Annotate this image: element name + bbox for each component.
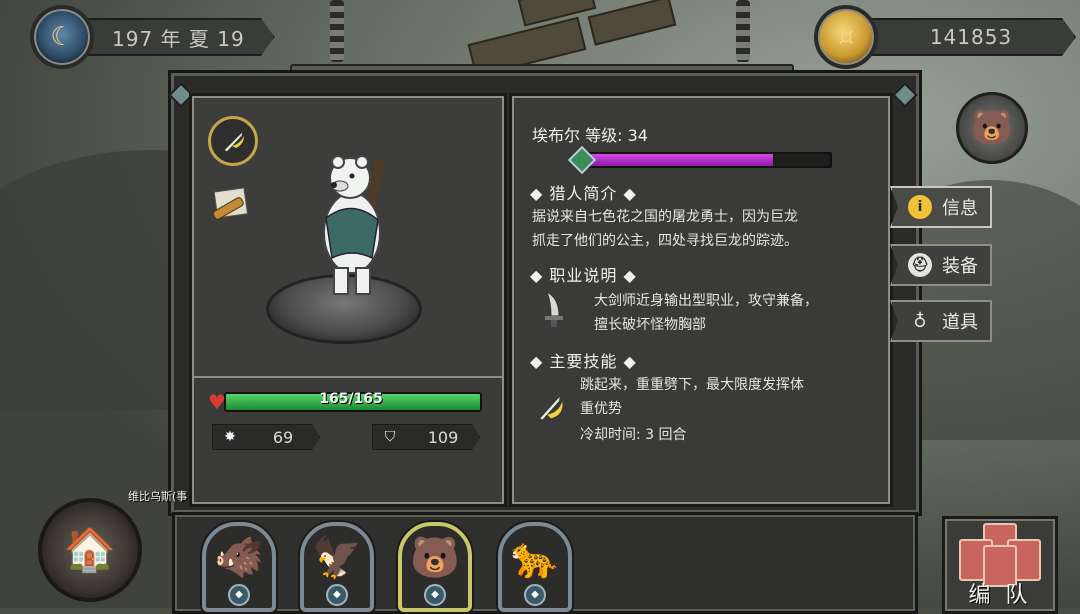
info-icon: i: [908, 195, 932, 219]
tab-info-label: 信息: [942, 198, 978, 219]
moon-calendar-icon: ☾: [30, 5, 94, 69]
hanging-chain: [736, 0, 750, 62]
gold-display: ¤ 141853: [814, 5, 1076, 69]
hero-avatar-button[interactable]: 🐻: [956, 92, 1028, 164]
class-title: ◆ 职业说明 ◆: [530, 266, 637, 285]
intro-title: ◆ 猎人简介 ◆: [530, 184, 637, 203]
class-text-line: 擅长破坏怪物胸部: [594, 317, 706, 333]
bridge-plank: [587, 0, 677, 46]
attack-value: 69: [272, 427, 294, 447]
class-badge-icon: ◆: [326, 584, 348, 606]
boar-pirate-portrait-icon: 🐗: [214, 535, 264, 581]
hero-slot-boar-pirate[interactable]: 🐗 ◆: [202, 522, 276, 612]
hp-value: 165/165: [319, 391, 383, 407]
xp-row: [567, 145, 832, 175]
tab-info[interactable]: i 信息: [890, 186, 992, 228]
house-label: 维比乌斯(事: [128, 490, 188, 503]
class-badge-icon: ◆: [228, 584, 250, 606]
attack-stat: ✸ 69: [212, 424, 320, 450]
hero-slot-eagle[interactable]: 🦅 ◆: [300, 522, 374, 612]
date-display: ☾ 197 年 夏 19: [30, 5, 275, 69]
hero-portrait-panel: ♥ 165/165 ✸ 69 ⛉ 109: [192, 96, 504, 504]
polar-bear-portrait-icon: 🐻: [410, 535, 460, 581]
xp-bar: [582, 152, 832, 168]
pouch-icon: ♁: [913, 310, 927, 332]
village-house-button[interactable]: 🏠: [38, 498, 142, 602]
greatsword-class-icon: [536, 290, 572, 327]
date-text: 197 年 夏 19: [80, 18, 275, 56]
eagle-portrait-icon: 🦅: [312, 535, 362, 581]
hero-slot-polar-bear[interactable]: 🐻 ◆: [398, 522, 472, 612]
leap-slash-skill-icon[interactable]: [532, 390, 568, 426]
hero-info-panel: 埃布尔 等级: 34 ◆ 猎人简介 ◆ 据说来自七色花之国的屠龙勇士，因为巨龙 …: [512, 96, 890, 504]
defense-stat: ⛉ 109: [372, 424, 480, 450]
tab-equipment[interactable]: ⛑ 装备: [890, 244, 992, 286]
class-badge-icon: ◆: [424, 584, 446, 606]
attack-burst-icon: ✸: [224, 429, 236, 445]
tab-items[interactable]: ♁ 道具: [890, 300, 992, 342]
class-text-line: 大剑师近身输出型职业，攻守兼备，: [594, 293, 818, 309]
level-gem-icon: [567, 145, 597, 175]
team-formation-button[interactable]: 编 队: [942, 516, 1058, 614]
cheetah-portrait-icon: 🐆: [510, 535, 560, 581]
polar-bear-warrior-portrait: [323, 155, 386, 295]
spyglass-map-icon[interactable]: [208, 182, 252, 226]
hero-name-level: 埃布尔 等级: 34: [532, 126, 648, 145]
sword-skill-icon[interactable]: [208, 116, 258, 166]
skill-cooldown: 冷却时间: 3 回合: [580, 427, 687, 443]
hp-row: ♥ 165/165: [208, 390, 482, 414]
intro-text-line: 抓走了他们的公主，四处寻找巨龙的踪迹。: [532, 233, 798, 249]
skill-text-line: 跳起来，重重劈下，最大限度发挥体: [580, 377, 804, 393]
skill-title: ◆ 主要技能 ◆: [530, 352, 637, 371]
team-formation-label: 编 队: [968, 583, 1032, 608]
team-cards-icon: [955, 523, 1045, 587]
helmet-icon: ⛑: [908, 253, 932, 277]
class-badge-icon: ◆: [524, 584, 546, 606]
shield-icon: ⛉: [384, 429, 396, 445]
tab-items-label: 道具: [942, 312, 978, 333]
hero-slot-cheetah[interactable]: 🐆 ◆: [498, 522, 572, 612]
xp-bar-fill: [584, 154, 774, 166]
tab-equipment-label: 装备: [942, 256, 978, 277]
skill-text-line: 重优势: [580, 401, 622, 417]
hanging-chain: [330, 0, 344, 62]
portrait-area: [194, 98, 502, 378]
gold-coin-icon: ¤: [814, 5, 878, 69]
gold-amount: 141853: [864, 18, 1076, 56]
intro-text-line: 据说来自七色花之国的屠龙勇士，因为巨龙: [532, 209, 798, 225]
defense-value: 109: [427, 427, 459, 447]
